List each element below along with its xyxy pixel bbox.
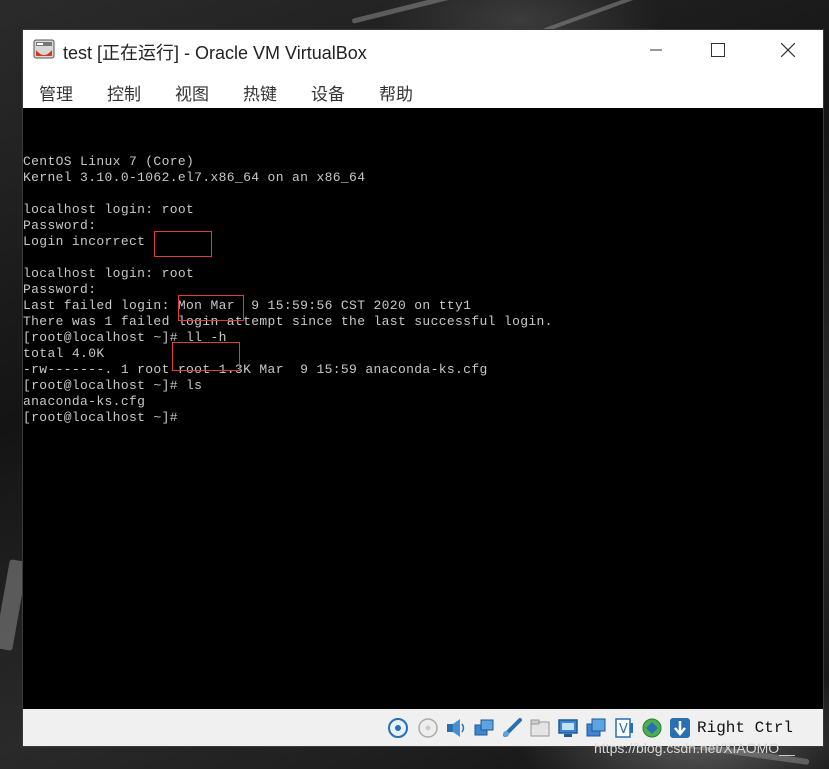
hard-disk-icon[interactable] [387,717,409,739]
menu-manage[interactable]: 管理 [39,80,73,105]
close-button[interactable] [765,34,811,66]
menu-hotkey[interactable]: 热键 [243,80,277,105]
desktop-decoration [542,0,658,33]
host-key-label: Right Ctrl [697,719,794,737]
menu-devices[interactable]: 设备 [311,80,345,105]
console-line: Last failed login: Mon Mar 9 15:59:56 CS… [23,298,472,313]
annotation-box-root [154,231,212,257]
screen-capture-icon[interactable] [585,717,607,739]
minimize-icon [650,49,662,51]
keyboard-capture-icon[interactable] [669,717,691,739]
title-bar: test [正在运行] - Oracle VM VirtualBox [23,30,823,70]
svg-text:V: V [619,722,628,737]
console-line: total 4.0K [23,346,105,361]
console-line: Kernel 3.10.0-1062.el7.x86_64 on an x86_… [23,170,366,185]
vm-console-screen[interactable]: CentOS Linux 7 (Core) Kernel 3.10.0-1062… [23,108,823,709]
mouse-integration-icon[interactable] [641,717,663,739]
window-title: test [正在运行] - Oracle VM VirtualBox [63,43,367,63]
console-line: anaconda-ks.cfg [23,394,146,409]
console-line: localhost login: root [23,202,195,217]
optical-drive-icon[interactable] [417,717,439,739]
console-line: Login incorrect [23,234,146,249]
virtualbox-app-icon [33,39,55,59]
minimize-button[interactable] [633,34,679,66]
menu-help[interactable]: 帮助 [379,80,413,105]
desktop-decoration [351,0,489,24]
virtualization-icon[interactable]: V [613,717,635,739]
console-line: Password: [23,282,97,297]
console-line: There was 1 failed login attempt since t… [23,314,553,329]
virtualbox-window: test [正在运行] - Oracle VM VirtualBox 管理 控制… [23,30,823,746]
watermark-text: https://blog.csdn.net/XIAOMO__ [594,740,795,756]
menu-control[interactable]: 控制 [107,80,141,105]
shared-folders-icon[interactable] [529,717,551,739]
menu-view[interactable]: 视图 [175,80,209,105]
usb-icon[interactable] [501,717,523,739]
audio-icon[interactable] [445,717,467,739]
maximize-button[interactable] [695,34,741,66]
menu-bar: 管理 控制 视图 热键 设备 帮助 [23,70,823,108]
console-line: localhost login: root [23,266,195,281]
network-icon[interactable] [473,717,495,739]
console-line: Password: [23,218,97,233]
maximize-icon [711,43,725,57]
annotation-box-ll [178,295,244,321]
close-icon [781,43,795,57]
annotation-box-ls [172,342,240,371]
console-line: [root@localhost ~]# ls [23,378,203,393]
console-line: [root@localhost ~]# [23,410,178,425]
console-line: -rw-------. 1 root root 1.3K Mar 9 15:59… [23,362,488,377]
console-line: CentOS Linux 7 (Core) [23,154,195,169]
display-icon[interactable] [557,717,579,739]
